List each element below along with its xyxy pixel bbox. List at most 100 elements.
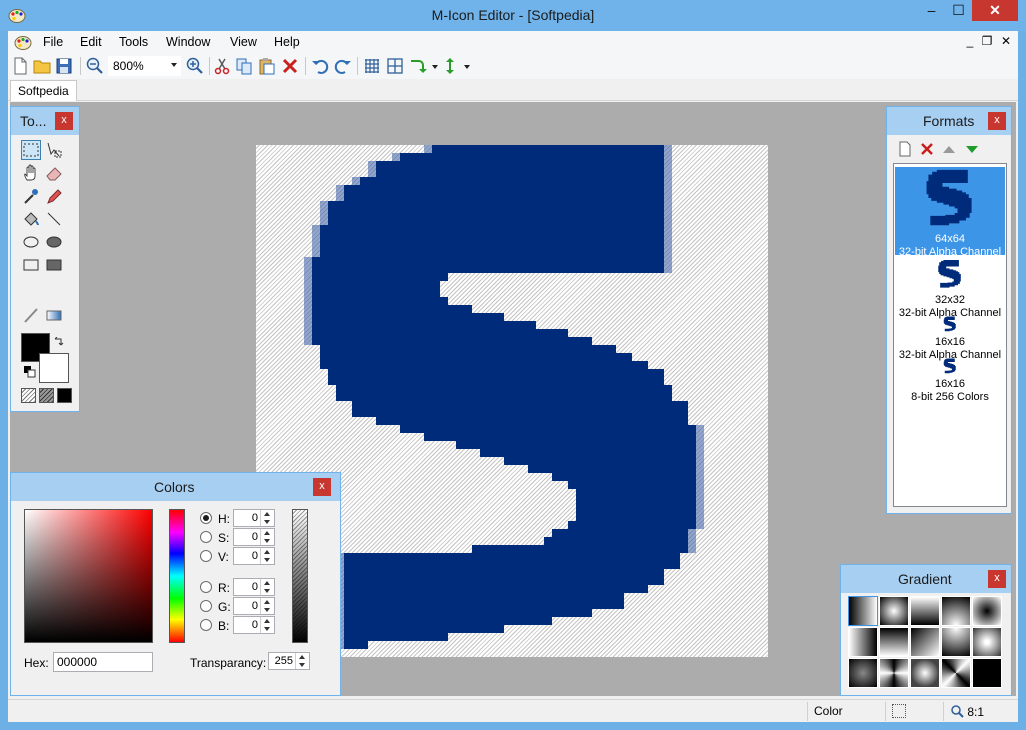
zoom-select[interactable]: 800% bbox=[108, 56, 181, 76]
spinner-arrows-icon[interactable] bbox=[295, 653, 309, 669]
inverse-swatch[interactable] bbox=[39, 388, 54, 403]
format-item-16-8bit[interactable]: 16x16 8-bit 256 Colors bbox=[895, 358, 1005, 403]
menu-view[interactable]: View bbox=[230, 35, 257, 49]
format-item-64[interactable]: 64x64 32-bit Alpha Channel bbox=[895, 167, 1005, 258]
chevron-down-icon[interactable] bbox=[432, 65, 438, 69]
ellipse-tool[interactable] bbox=[21, 232, 41, 252]
paste-icon[interactable] bbox=[257, 56, 277, 76]
gradient-preset[interactable] bbox=[972, 658, 1002, 688]
radio-v[interactable] bbox=[200, 550, 212, 562]
r-spinner[interactable]: 0 bbox=[233, 578, 275, 596]
menu-file[interactable]: File bbox=[43, 35, 63, 49]
close-button[interactable]: ✕ bbox=[972, 0, 1018, 21]
hue-slider[interactable] bbox=[169, 509, 185, 643]
move-down-icon[interactable] bbox=[964, 141, 980, 157]
new-format-icon[interactable] bbox=[897, 141, 913, 157]
filled-rectangle-tool[interactable] bbox=[44, 255, 64, 275]
gradient-preset[interactable] bbox=[879, 627, 909, 657]
s-spinner[interactable]: 0 bbox=[233, 528, 275, 546]
reset-colors-icon[interactable] bbox=[23, 365, 37, 379]
menu-tools[interactable]: Tools bbox=[119, 35, 148, 49]
formats-panel-close-button[interactable]: x bbox=[988, 112, 1006, 130]
menu-edit[interactable]: Edit bbox=[80, 35, 102, 49]
maximize-button[interactable]: ☐ bbox=[945, 0, 972, 21]
fill-tool[interactable] bbox=[21, 209, 41, 229]
radio-h[interactable] bbox=[200, 512, 212, 524]
pixel-grid-icon[interactable] bbox=[362, 56, 382, 76]
g-spinner[interactable]: 0 bbox=[233, 597, 275, 615]
menu-window[interactable]: Window bbox=[166, 35, 210, 49]
radio-s[interactable] bbox=[200, 531, 212, 543]
gradient-preset[interactable] bbox=[972, 596, 1002, 626]
h-spinner[interactable]: 0 bbox=[233, 509, 275, 527]
cut-icon[interactable] bbox=[212, 56, 232, 76]
gradient-preset[interactable] bbox=[910, 627, 940, 657]
gradient-preset[interactable] bbox=[848, 596, 878, 626]
gradient-tool[interactable] bbox=[44, 305, 64, 325]
radio-g[interactable] bbox=[200, 600, 212, 612]
spinner-arrows-icon[interactable] bbox=[260, 617, 274, 633]
gradient-preset[interactable] bbox=[941, 658, 971, 688]
tools-panel-close-button[interactable]: x bbox=[55, 112, 73, 130]
zoom-out-icon[interactable] bbox=[85, 56, 105, 76]
hand-tool[interactable] bbox=[21, 163, 41, 183]
v-spinner[interactable]: 0 bbox=[233, 547, 275, 565]
spinner-arrows-icon[interactable] bbox=[260, 579, 274, 595]
format-item-16-32bit[interactable]: 16x16 32-bit Alpha Channel bbox=[895, 316, 1005, 361]
copy-icon[interactable] bbox=[234, 56, 254, 76]
gradient-preset[interactable] bbox=[910, 596, 940, 626]
delete-format-icon[interactable] bbox=[919, 141, 935, 157]
mdi-close-button[interactable]: ✕ bbox=[998, 34, 1014, 48]
rectangle-tool[interactable] bbox=[21, 255, 41, 275]
lasso-select-tool[interactable] bbox=[44, 140, 64, 160]
alpha-slider[interactable] bbox=[292, 509, 308, 643]
hex-input[interactable]: 000000 bbox=[53, 652, 153, 672]
black-swatch[interactable] bbox=[57, 388, 72, 403]
document-palette-icon[interactable] bbox=[14, 33, 32, 51]
color-picker-tool[interactable] bbox=[21, 186, 41, 206]
zoom-in-icon[interactable] bbox=[185, 56, 205, 76]
b-spinner[interactable]: 0 bbox=[233, 616, 275, 634]
spinner-arrows-icon[interactable] bbox=[260, 529, 274, 545]
brush-tool[interactable] bbox=[21, 305, 41, 325]
delete-icon[interactable] bbox=[280, 56, 300, 76]
flip-vertical-icon[interactable] bbox=[440, 56, 460, 76]
chevron-down-icon[interactable] bbox=[464, 65, 470, 69]
undo-icon[interactable] bbox=[310, 56, 330, 76]
spinner-arrows-icon[interactable] bbox=[260, 510, 274, 526]
mdi-minimize-button[interactable]: _ bbox=[962, 34, 978, 48]
menu-help[interactable]: Help bbox=[274, 35, 300, 49]
gradient-preset[interactable] bbox=[910, 658, 940, 688]
swap-colors-icon[interactable] bbox=[53, 337, 65, 349]
transparent-swatch[interactable] bbox=[21, 388, 36, 403]
gradient-preset[interactable] bbox=[879, 596, 909, 626]
rect-select-tool[interactable] bbox=[21, 140, 41, 160]
spinner-arrows-icon[interactable] bbox=[260, 598, 274, 614]
rotate-icon[interactable] bbox=[408, 56, 428, 76]
tile-grid-icon[interactable] bbox=[385, 56, 405, 76]
gradient-preset[interactable] bbox=[941, 596, 971, 626]
gradient-preset[interactable] bbox=[848, 658, 878, 688]
secondary-color-swatch[interactable] bbox=[39, 353, 69, 383]
new-file-icon[interactable] bbox=[10, 56, 30, 76]
filled-ellipse-tool[interactable] bbox=[44, 232, 64, 252]
gradient-preset[interactable] bbox=[848, 627, 878, 657]
line-tool[interactable] bbox=[44, 209, 64, 229]
transparency-spinner[interactable]: 255 bbox=[268, 652, 310, 670]
gradient-preset[interactable] bbox=[941, 627, 971, 657]
open-folder-icon[interactable] bbox=[32, 56, 52, 76]
radio-b[interactable] bbox=[200, 619, 212, 631]
eraser-tool[interactable] bbox=[44, 163, 64, 183]
save-icon[interactable] bbox=[54, 56, 74, 76]
pencil-tool[interactable] bbox=[44, 186, 64, 206]
spinner-arrows-icon[interactable] bbox=[260, 548, 274, 564]
mdi-restore-button[interactable]: ❐ bbox=[979, 34, 995, 48]
saturation-value-picker[interactable] bbox=[24, 509, 153, 643]
minimize-button[interactable]: – bbox=[918, 0, 945, 21]
gradient-panel-close-button[interactable]: x bbox=[988, 570, 1006, 588]
colors-panel-close-button[interactable]: x bbox=[313, 478, 331, 496]
move-up-icon[interactable] bbox=[941, 141, 957, 157]
tab-softpedia[interactable]: Softpedia bbox=[10, 80, 77, 101]
format-item-32[interactable]: 32x32 32-bit Alpha Channel bbox=[895, 258, 1005, 319]
gradient-preset[interactable] bbox=[879, 658, 909, 688]
